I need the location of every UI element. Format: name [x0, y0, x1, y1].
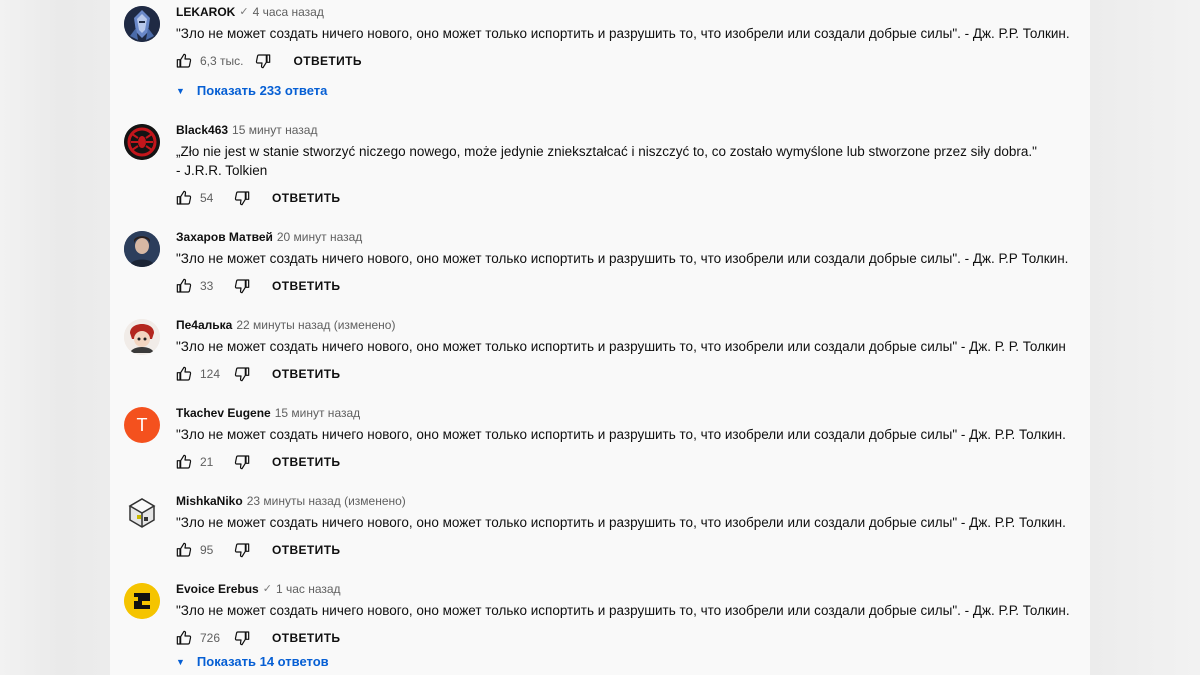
like-icon[interactable]: [176, 366, 192, 382]
comment-time[interactable]: 1 час назад: [276, 581, 341, 597]
like-icon[interactable]: [176, 190, 192, 206]
pixel-cube-avatar[interactable]: [124, 495, 160, 531]
letter-avatar[interactable]: T: [124, 407, 160, 443]
show-replies-button[interactable]: ▼ Показать 233 ответа: [176, 83, 1074, 98]
maze-logo-avatar[interactable]: [124, 583, 160, 619]
anime-character-avatar[interactable]: [124, 319, 160, 355]
verified-check-icon: ✓: [239, 6, 249, 18]
reply-button[interactable]: ОТВЕТИТЬ: [272, 367, 340, 381]
comment-author[interactable]: Evoice Erebus: [176, 581, 259, 597]
like-icon[interactable]: [176, 278, 192, 294]
armored-knight-avatar[interactable]: [124, 6, 160, 42]
dislike-icon[interactable]: [234, 454, 250, 470]
like-count: 124: [200, 367, 221, 381]
like-count: 95: [200, 543, 214, 557]
dislike-icon[interactable]: [234, 190, 250, 206]
dislike-icon[interactable]: [255, 53, 271, 69]
like-count: 21: [200, 455, 214, 469]
spider-emblem-avatar[interactable]: [124, 124, 160, 160]
like-count: 54: [200, 191, 214, 205]
chevron-down-icon: ▼: [176, 85, 185, 96]
like-icon[interactable]: [176, 53, 192, 69]
reply-button[interactable]: ОТВЕТИТЬ: [293, 54, 361, 68]
like-icon[interactable]: [176, 454, 192, 470]
comments-panel: LEKAROK ✓ 4 часа назад "Зло не может соз…: [110, 0, 1090, 675]
comment-author[interactable]: Tkachev Eugene: [176, 405, 271, 421]
comment-time[interactable]: 15 минут назад: [232, 122, 317, 138]
comment-time[interactable]: 4 часа назад: [253, 4, 324, 20]
comment-text: "Зло не может создать ничего нового, оно…: [176, 515, 1066, 530]
chevron-down-icon: ▼: [176, 656, 185, 667]
comment-time[interactable]: 15 минут назад: [275, 405, 360, 421]
avatar-letter: T: [136, 414, 148, 435]
comment-text: "Зло не может создать ничего нового, оно…: [176, 427, 1066, 442]
comment-time[interactable]: 22 минуты назад (изменено): [236, 317, 395, 333]
reply-button[interactable]: ОТВЕТИТЬ: [272, 543, 340, 557]
comment-time[interactable]: 23 минуты назад (изменено): [247, 493, 406, 509]
reply-button[interactable]: ОТВЕТИТЬ: [272, 631, 340, 645]
comment-author[interactable]: Black463: [176, 122, 228, 138]
like-count: 726: [200, 631, 221, 645]
dislike-icon[interactable]: [234, 542, 250, 558]
comment-text: "Зло не может создать ничего нового, оно…: [176, 26, 1070, 41]
like-count: 33: [200, 279, 214, 293]
comment-author[interactable]: MishkaNiko: [176, 493, 243, 509]
comment-text: "Зло не может создать ничего нового, оно…: [176, 603, 1070, 618]
comment-time[interactable]: 20 минут назад: [277, 229, 362, 245]
like-icon[interactable]: [176, 630, 192, 646]
dislike-icon[interactable]: [234, 366, 250, 382]
like-icon[interactable]: [176, 542, 192, 558]
comment-author[interactable]: Пе4алька: [176, 317, 232, 333]
show-replies-button[interactable]: ▼ Показать 14 ответов: [176, 654, 1074, 669]
verified-check-icon: ✓: [262, 583, 272, 595]
comment-text: "Зло не может создать ничего нового, оно…: [176, 339, 1066, 354]
like-count: 6,3 тыс.: [200, 54, 244, 68]
comment-text: „Zło nie jest w stanie stworzyć niczego …: [176, 144, 1037, 178]
dislike-icon[interactable]: [234, 630, 250, 646]
reply-button[interactable]: ОТВЕТИТЬ: [272, 455, 340, 469]
comment-author[interactable]: Захаров Матвей: [176, 229, 273, 245]
portrait-avatar[interactable]: [124, 231, 160, 267]
comment-text: "Зло не может создать ничего нового, оно…: [176, 251, 1069, 266]
reply-button[interactable]: ОТВЕТИТЬ: [272, 191, 340, 205]
comment-author[interactable]: LEKAROK: [176, 4, 235, 20]
reply-button[interactable]: ОТВЕТИТЬ: [272, 279, 340, 293]
dislike-icon[interactable]: [234, 278, 250, 294]
